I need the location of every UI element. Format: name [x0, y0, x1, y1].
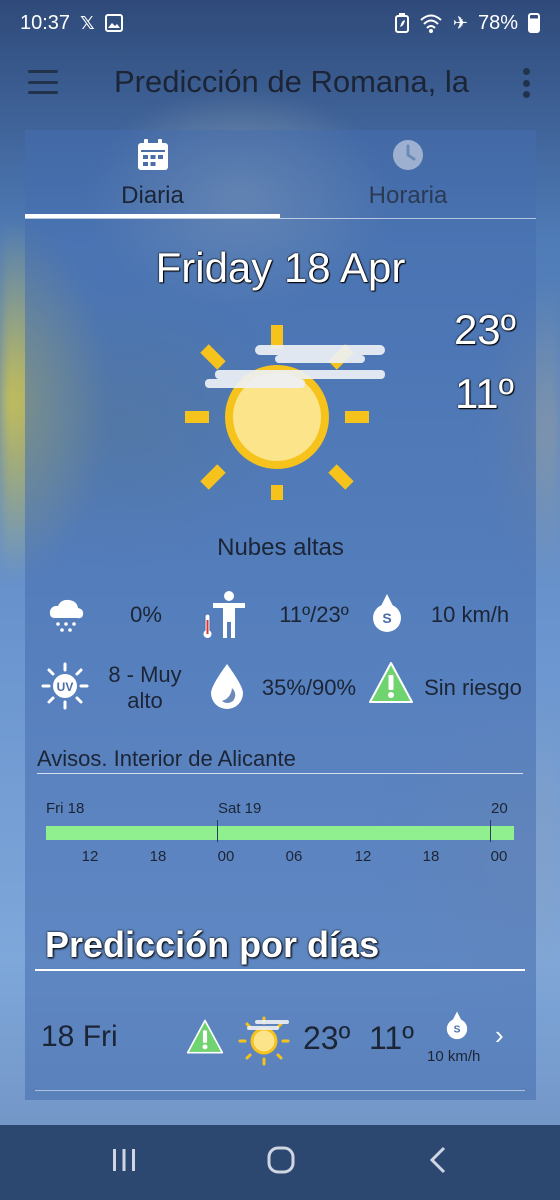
rain-cloud-icon	[49, 599, 84, 632]
warning-risk: Sin riesgo	[424, 675, 522, 700]
wind-speed: 10 km/h	[430, 602, 510, 627]
svg-text:S: S	[454, 1025, 461, 1036]
tab-diaria[interactable]: Diaria	[25, 130, 280, 220]
page-title: Predicción de Romana, la	[114, 64, 469, 99]
airplane-icon: ✈	[452, 12, 468, 33]
back-icon[interactable]	[426, 1145, 450, 1175]
humidity-range: 35%/90%	[261, 675, 357, 700]
rain-probability: 0%	[130, 602, 162, 627]
image-icon	[104, 14, 123, 32]
tab-diaria-label: Diaria	[121, 182, 184, 209]
timeline-hour-label: 12	[81, 848, 99, 865]
home-icon[interactable]	[266, 1145, 296, 1175]
timeline-day-tick	[217, 820, 218, 842]
timeline-day-label: Fri 18	[46, 800, 85, 817]
weather-condition: Nubes altas	[217, 534, 344, 561]
forecast-day-max: 23º	[303, 1020, 351, 1056]
forecast-date: Friday 18 Apr	[155, 244, 406, 291]
humidity-drop-icon	[211, 664, 243, 709]
tab-horaria-label: Horaria	[368, 182, 448, 209]
app-bar: Predicción de Romana, la	[0, 50, 560, 116]
status-bar: 10:37 𝕏 ✈ 78%	[0, 0, 560, 46]
wifi-icon	[420, 14, 442, 33]
battery-percent: 78%	[477, 11, 518, 34]
max-temperature: 23º	[453, 306, 516, 353]
timeline-day-label: 20	[491, 800, 508, 817]
timeline-day-tick	[490, 820, 491, 842]
menu-icon[interactable]	[28, 70, 58, 94]
timeline-hour-label: 00	[217, 848, 235, 865]
warning-timeline-bar[interactable]	[46, 826, 514, 840]
wind-direction-icon: S	[373, 594, 401, 632]
feels-like-icon	[203, 591, 245, 638]
min-temperature: 11º	[455, 370, 514, 417]
uv-index-description: alto	[127, 688, 163, 713]
x-icon: 𝕏	[80, 12, 95, 33]
forecast-day-label: 18 Fri	[41, 1020, 118, 1053]
feels-like-range: 11º/23º	[279, 602, 349, 627]
wind-direction-icon: S	[446, 1011, 468, 1040]
tab-horaria[interactable]: Horaria	[280, 130, 536, 220]
forecast-day-wind: 10 km/h	[427, 1048, 481, 1065]
uv-index-level: 8 - Muy	[108, 662, 182, 687]
system-nav-bar	[0, 1125, 560, 1200]
timeline-hour-label: 18	[149, 848, 167, 865]
chevron-right-icon[interactable]: ›	[495, 1020, 504, 1051]
forecast-day-row[interactable]: 18 Fri 23º 11º S 10 km/h ›	[25, 990, 536, 1091]
divider	[37, 773, 523, 774]
timeline-hour-label: 12	[354, 848, 372, 865]
uv-index-value: 8 - Muy alto	[95, 662, 195, 714]
sun-high-clouds-icon	[238, 1016, 290, 1066]
svg-text:S: S	[382, 610, 391, 626]
divider	[25, 218, 536, 219]
tab-bar: Diaria Horaria	[25, 130, 536, 220]
uv-index-icon: UV	[41, 662, 89, 710]
divider	[35, 969, 525, 971]
sun-high-clouds-icon	[185, 325, 385, 500]
calendar-icon	[137, 139, 168, 170]
forecast-day-min: 11º	[369, 1020, 414, 1056]
more-options-icon[interactable]	[522, 68, 530, 98]
status-time: 10:37	[20, 11, 71, 34]
section-title: Predicción por días	[45, 924, 380, 965]
timeline-hour-label: 06	[285, 848, 303, 865]
timeline-hour-label: 18	[422, 848, 440, 865]
timeline-hour-label: 00	[490, 848, 508, 865]
battery-icon	[528, 13, 540, 33]
clock-icon	[393, 140, 423, 170]
battery-saver-icon	[394, 13, 409, 33]
warning-triangle-icon	[186, 1019, 224, 1054]
svg-text:UV: UV	[57, 680, 74, 694]
timeline-day-label: Sat 19	[218, 800, 262, 817]
forecast-card: Diaria Horaria Friday 18 Apr 23º 11º Nub…	[25, 130, 536, 1100]
divider	[35, 1090, 525, 1091]
warning-triangle-icon	[369, 662, 413, 703]
warnings-title: Avisos. Interior de Alicante	[37, 746, 296, 771]
recent-apps-icon[interactable]	[110, 1145, 138, 1175]
